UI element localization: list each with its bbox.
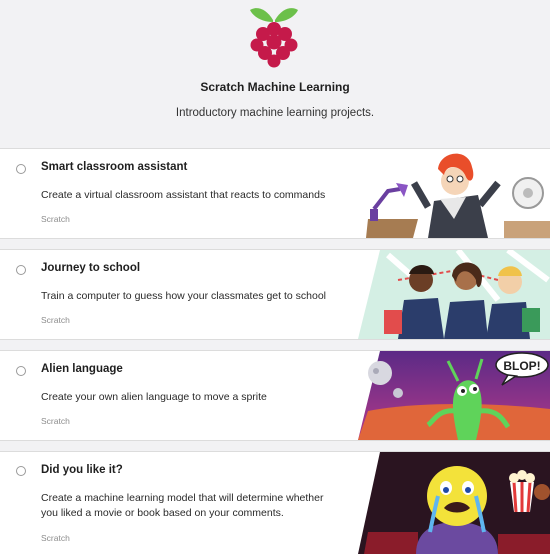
- page-header: Scratch Machine Learning Introductory ma…: [0, 0, 550, 148]
- speech-bubble-text: BLOP!: [503, 359, 540, 373]
- cinema-crying-character-illustration-icon[interactable]: [358, 452, 550, 554]
- page-subtitle: Introductory machine learning projects.: [175, 107, 375, 119]
- students-map-illustration-icon[interactable]: [358, 250, 550, 339]
- timeline-dot-icon: [16, 265, 26, 275]
- project-description: Train a computer to guess how your class…: [41, 290, 326, 302]
- classroom-assistant-illustration-icon[interactable]: [358, 149, 550, 238]
- project-card-alien-language[interactable]: Alien language Create your own alien lan…: [0, 350, 550, 441]
- project-description: Create a virtual classroom assistant tha…: [41, 189, 326, 201]
- project-description: Create your own alien language to move a…: [41, 391, 267, 403]
- project-card-journey-to-school[interactable]: Journey to school Train a computer to gu…: [0, 249, 550, 340]
- page-title: Scratch Machine Learning: [200, 80, 350, 94]
- timeline-dot-icon: [16, 366, 26, 376]
- alien-planet-illustration-icon[interactable]: BLOP!: [358, 351, 550, 440]
- project-title[interactable]: Smart classroom assistant: [41, 161, 187, 173]
- timeline-dot-icon: [16, 164, 26, 174]
- project-tag: Scratch: [41, 416, 70, 426]
- timeline-dot-icon: [16, 466, 26, 476]
- project-tag: Scratch: [41, 533, 70, 543]
- project-description: Create a machine learning model that wil…: [41, 492, 324, 519]
- project-title[interactable]: Journey to school: [41, 262, 140, 274]
- project-tag: Scratch: [41, 214, 70, 224]
- raspberry-pi-logo-icon: [246, 2, 302, 68]
- project-tag: Scratch: [41, 315, 70, 325]
- project-card-did-you-like-it[interactable]: Did you like it? Create a machine learni…: [0, 451, 550, 554]
- project-card-smart-classroom[interactable]: Smart classroom assistant Create a virtu…: [0, 148, 550, 239]
- project-title[interactable]: Alien language: [41, 363, 123, 375]
- project-title[interactable]: Did you like it?: [41, 464, 123, 476]
